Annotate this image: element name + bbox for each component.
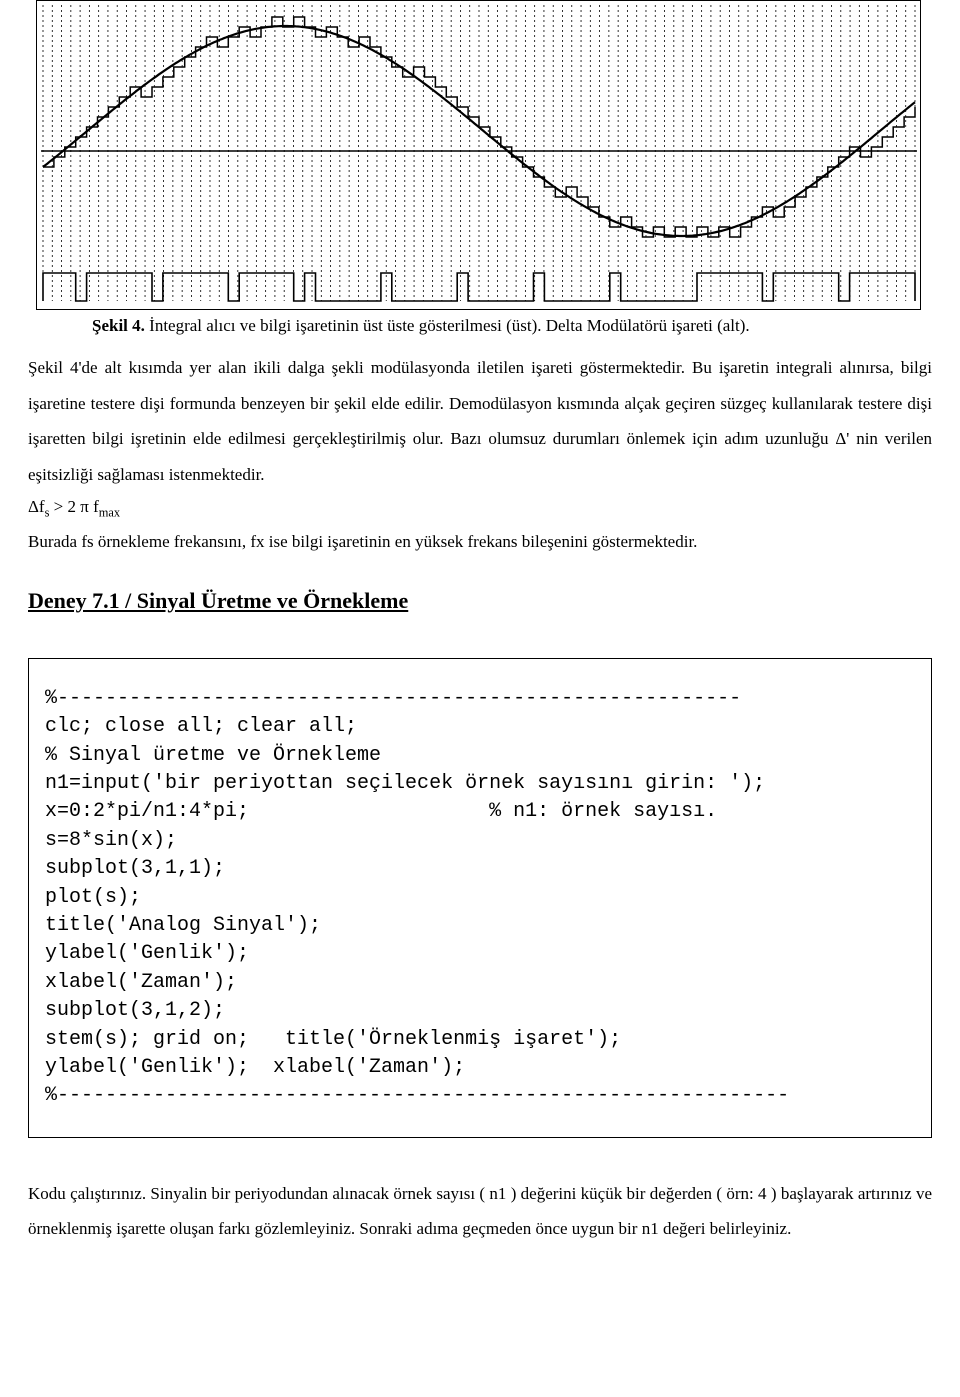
section-heading: Deney 7.1 / Sinyal Üretme ve Örnekleme [28, 588, 932, 614]
closing-paragraph: Kodu çalıştırınız. Sinyalin bir periyodu… [28, 1176, 932, 1247]
figure-caption-text: İntegral alıcı ve bilgi işaretinin üst ü… [145, 316, 750, 335]
code-block: %---------------------------------------… [28, 658, 932, 1138]
figure-caption-label: Şekil 4. [92, 316, 145, 335]
formula: Δfs > 2 π fmax [28, 497, 932, 520]
paragraph-2: Burada fs örnekleme frekansını, fx ise b… [28, 524, 932, 560]
paragraph-1: Şekil 4'de alt kısımda yer alan ikili da… [28, 350, 932, 493]
figure-4-plot [36, 0, 921, 310]
figure-4-caption: Şekil 4. İntegral alıcı ve bilgi işareti… [92, 316, 932, 336]
figure-4: Şekil 4. İntegral alıcı ve bilgi işareti… [28, 0, 932, 336]
formula-sub-max: max [99, 505, 120, 519]
formula-sub-s: s [45, 505, 50, 519]
